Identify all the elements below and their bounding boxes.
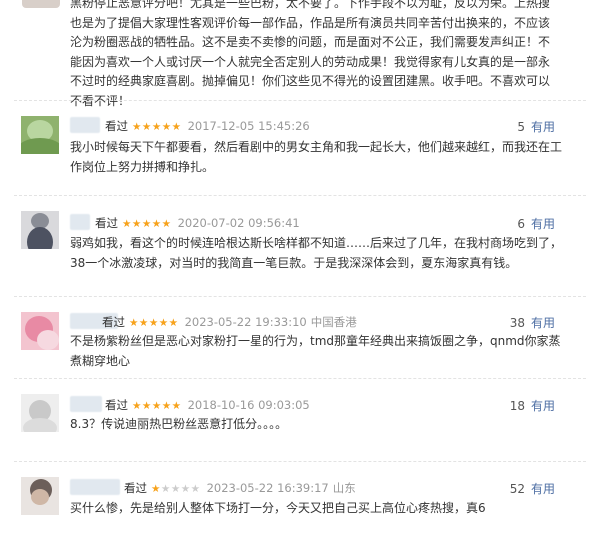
avatar[interactable] — [21, 394, 59, 432]
review-meta: 看过 ★★★★★ 2017-12-05 15:45:26 — [105, 118, 314, 134]
review-time: 2023-05-22 19:33:10 — [184, 315, 307, 329]
divider — [14, 296, 586, 297]
review-time: 2023-05-22 16:39:17 — [206, 481, 329, 495]
divider — [14, 461, 586, 462]
review-time: 2018-10-16 09:03:05 — [187, 398, 310, 412]
useful-vote[interactable]: 6 有用 — [517, 215, 555, 232]
review-location: 中国香港 — [310, 315, 357, 329]
username[interactable] — [70, 117, 100, 133]
username[interactable] — [70, 479, 120, 495]
useful-vote[interactable]: 38 有用 — [510, 314, 555, 331]
rating-stars: ★★★★★ — [151, 483, 201, 495]
review-content: 黑粉停止恶意评分吧！尤其是一些巴粉，太不要了。下作手段不以为耻，反以为荣。上热搜… — [70, 0, 551, 108]
review-content: 8.3？传说迪丽热巴粉丝恶意打低分。。。。 — [70, 417, 288, 431]
watched-status: 看过 — [105, 119, 128, 133]
review-content: 买什么惨，先是给别人整体下场打一分，今天又把自己买上高位心疼热搜，真6 — [70, 501, 486, 515]
useful-vote[interactable]: 52 有用 — [510, 480, 555, 497]
review-meta: 看过 ★★★★★ 2023-05-22 19:33:10 中国香港 — [102, 314, 357, 330]
useful-button: 有用 — [530, 217, 555, 231]
useful-count: 52 — [509, 482, 525, 496]
useful-button: 有用 — [530, 316, 555, 330]
watched-status: 看过 — [95, 216, 118, 230]
useful-vote[interactable]: 5 有用 — [517, 118, 555, 135]
review-content: 我小时候每天下午都要看，然后看剧中的男女主角和我一起长大，他们越来越红，而我还在… — [70, 140, 563, 174]
useful-count: 6 — [517, 217, 525, 231]
rating-stars: ★★★★★ — [132, 121, 182, 133]
watched-status: 看过 — [105, 398, 128, 412]
avatar[interactable] — [21, 477, 59, 515]
rating-stars: ★★★★★ — [122, 218, 172, 230]
avatar[interactable] — [21, 116, 59, 154]
review-time: 2017-12-05 15:45:26 — [187, 119, 310, 133]
useful-count: 5 — [517, 120, 525, 134]
useful-button: 有用 — [530, 482, 555, 496]
divider — [14, 100, 586, 101]
rating-stars: ★★★★★ — [132, 400, 182, 412]
review-time: 2020-07-02 09:56:41 — [177, 216, 300, 230]
useful-count: 18 — [509, 399, 525, 413]
review-content: 弱鸡如我，看这个的时候连哈根达斯长啥样都不知道……后来过了几年，在我村商场吃到了… — [70, 236, 563, 270]
useful-count: 38 — [509, 316, 525, 330]
divider — [14, 195, 586, 196]
review-location: 山东 — [332, 481, 356, 495]
review-item-partial: 黑粉停止恶意评分吧！尤其是一些巴粉，太不要了。下作手段不以为耻，反以为荣。上热搜… — [0, 0, 600, 108]
review-meta: 看过 ★★★★★ 2018-10-16 09:03:05 — [105, 397, 314, 413]
avatar[interactable] — [21, 312, 59, 350]
useful-button: 有用 — [530, 399, 555, 413]
username[interactable] — [70, 396, 102, 412]
avatar[interactable] — [22, 0, 60, 8]
useful-vote[interactable]: 18 有用 — [510, 397, 555, 414]
username[interactable] — [70, 214, 90, 230]
rating-stars: ★★★★★ — [129, 317, 179, 329]
useful-button: 有用 — [530, 120, 555, 134]
watched-status: 看过 — [124, 481, 147, 495]
watched-status: 看过 — [102, 315, 125, 329]
review-content: 不是杨紫粉丝但是恶心对家粉打一星的行为，tmd那童年经典出来搞饭圈之争，qnmd… — [70, 334, 561, 368]
review-meta: 看过 ★★★★★ 2023-05-22 16:39:17 山东 — [124, 480, 356, 496]
divider — [14, 378, 586, 379]
review-meta: 看过 ★★★★★ 2020-07-02 09:56:41 — [95, 215, 304, 231]
avatar[interactable] — [21, 211, 59, 249]
